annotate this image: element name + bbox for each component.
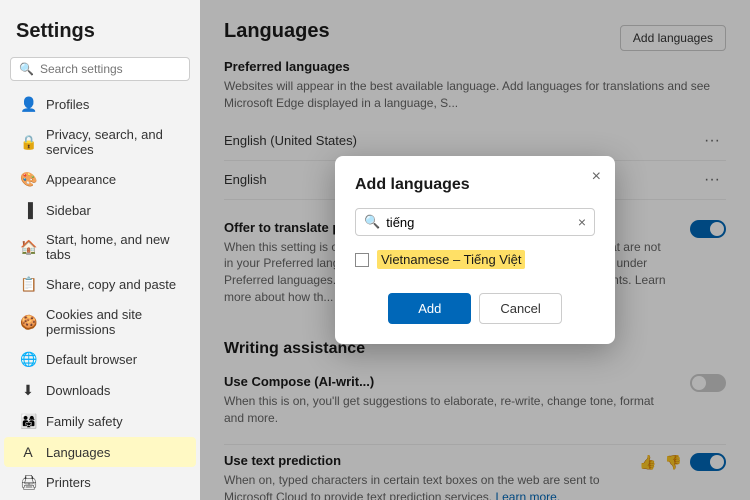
nav-icon-sidebar: ▐ (20, 202, 36, 218)
nav-label-sidebar: Sidebar (46, 203, 91, 218)
nav-label-appearance: Appearance (46, 172, 116, 187)
dialog-add-button[interactable]: Add (388, 293, 471, 324)
nav-icon-downloads: ⬇ (20, 382, 36, 399)
sidebar-search-input[interactable] (40, 62, 181, 76)
nav-icon-languages: A (20, 444, 36, 460)
main-content: Languages Add languages Preferred langua… (200, 0, 750, 500)
dialog-title: Add languages (355, 176, 595, 194)
sidebar-item-family[interactable]: 👨‍👩‍👧 Family safety (4, 406, 196, 437)
sidebar-item-downloads[interactable]: ⬇ Downloads (4, 375, 196, 406)
nav-label-cookies: Cookies and site permissions (46, 307, 180, 337)
sidebar-item-privacy[interactable]: 🔒 Privacy, search, and services (4, 120, 196, 164)
nav-label-browser: Default browser (46, 352, 137, 367)
sidebar-item-appearance[interactable]: 🎨 Appearance (4, 164, 196, 195)
result-label-vietnamese: Vietnamese – Tiếng Việt (377, 250, 525, 269)
nav-label-family: Family safety (46, 414, 123, 429)
nav-label-share: Share, copy and paste (46, 277, 176, 292)
nav-icon-privacy: 🔒 (20, 134, 36, 151)
dialog-cancel-button[interactable]: Cancel (479, 293, 561, 324)
nav-label-downloads: Downloads (46, 383, 110, 398)
sidebar-item-browser[interactable]: 🌐 Default browser (4, 344, 196, 375)
nav-icon-cookies: 🍪 (20, 314, 36, 331)
sidebar-item-profiles[interactable]: 👤 Profiles (4, 89, 196, 120)
sidebar-search-box[interactable]: 🔍 (10, 57, 190, 81)
sidebar: Settings 🔍 👤 Profiles 🔒 Privacy, search, an… (0, 0, 200, 500)
dialog-overlay: Add languages × 🔍 × Vietnamese – Tiếng V… (200, 0, 750, 500)
nav-label-privacy: Privacy, search, and services (46, 127, 180, 157)
sidebar-item-languages[interactable]: A Languages (4, 437, 196, 467)
search-icon: 🔍 (19, 62, 34, 76)
dialog-actions: Add Cancel (355, 293, 595, 324)
nav-icon-appearance: 🎨 (20, 171, 36, 188)
nav-icon-printers: 🖨 (20, 474, 36, 491)
dialog-search-input[interactable] (386, 215, 572, 230)
nav-icon-start: 🏠 (20, 239, 36, 256)
nav-label-profiles: Profiles (46, 97, 89, 112)
sidebar-title: Settings (0, 10, 200, 57)
nav-icon-share: 📋 (20, 276, 36, 293)
dialog-close-button[interactable]: × (592, 168, 601, 186)
nav-icon-profiles: 👤 (20, 96, 36, 113)
nav-list: 👤 Profiles 🔒 Privacy, search, and services 🎨… (0, 89, 200, 500)
dialog-search-icon: 🔍 (364, 214, 380, 230)
add-languages-dialog: Add languages × 🔍 × Vietnamese – Tiếng V… (335, 156, 615, 344)
nav-label-start: Start, home, and new tabs (46, 232, 180, 262)
dialog-search-clear-button[interactable]: × (578, 214, 586, 230)
sidebar-item-cookies[interactable]: 🍪 Cookies and site permissions (4, 300, 196, 344)
nav-icon-family: 👨‍👩‍👧 (20, 413, 36, 430)
result-item-vietnamese: Vietnamese – Tiếng Việt (355, 246, 595, 273)
dialog-search-box[interactable]: 🔍 × (355, 208, 595, 236)
result-checkbox-vietnamese[interactable] (355, 253, 369, 267)
sidebar-item-share[interactable]: 📋 Share, copy and paste (4, 269, 196, 300)
nav-label-languages: Languages (46, 445, 110, 460)
nav-label-printers: Printers (46, 475, 91, 490)
sidebar-item-printers[interactable]: 🖨 Printers (4, 467, 196, 498)
sidebar-item-sidebar[interactable]: ▐ Sidebar (4, 195, 196, 225)
nav-icon-browser: 🌐 (20, 351, 36, 368)
sidebar-item-start[interactable]: 🏠 Start, home, and new tabs (4, 225, 196, 269)
